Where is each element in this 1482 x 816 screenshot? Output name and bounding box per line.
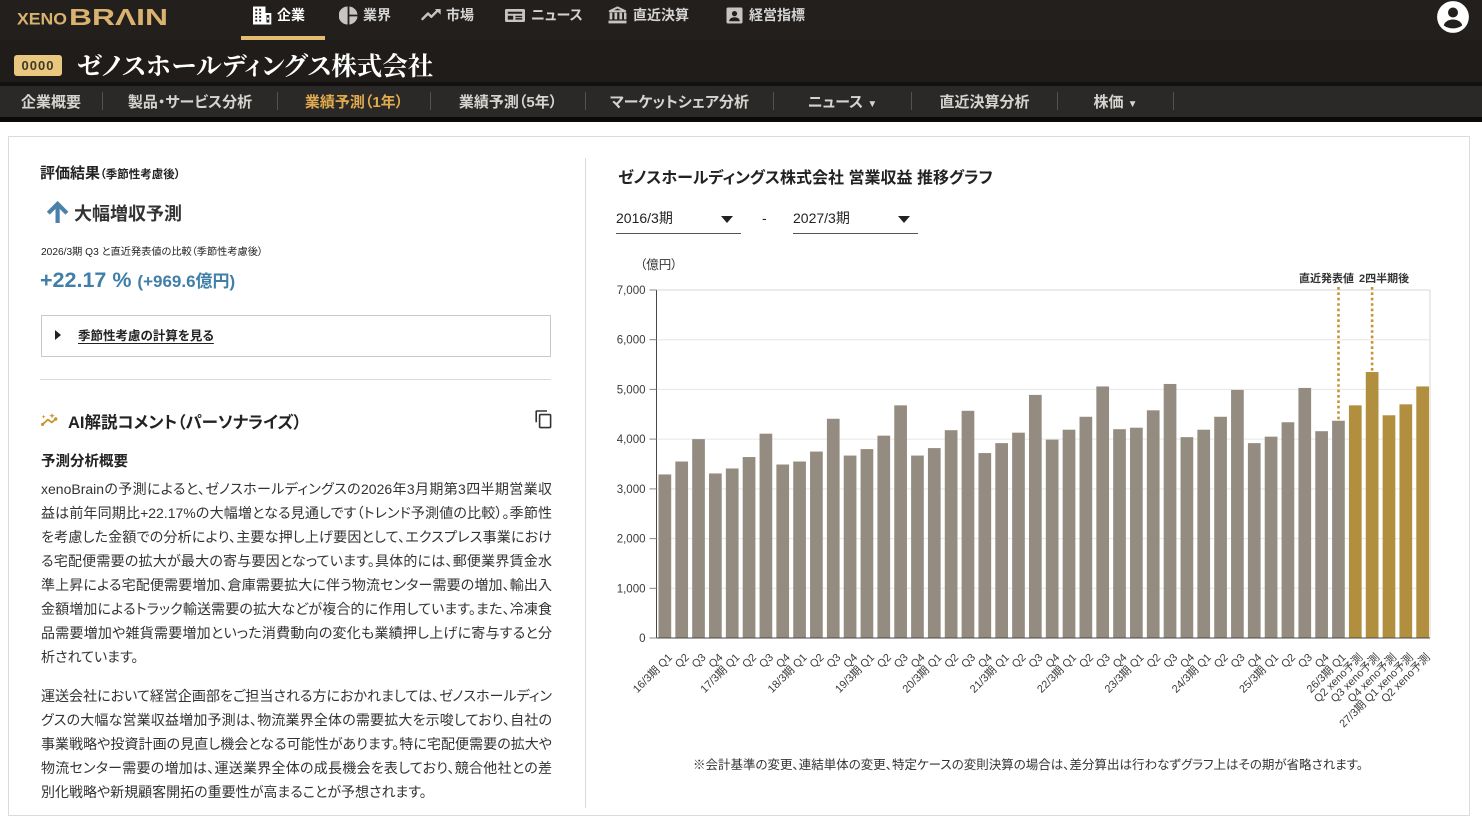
svg-text:直近発表値: 直近発表値 xyxy=(1299,271,1354,285)
svg-text:Q2: Q2 xyxy=(1010,652,1029,671)
svg-text:Q3: Q3 xyxy=(1296,652,1315,671)
svg-text:5,000: 5,000 xyxy=(617,384,646,396)
svg-text:Q2: Q2 xyxy=(740,652,759,671)
svg-text:16/3期 Q1: 16/3期 Q1 xyxy=(630,651,675,696)
svg-text:4,000: 4,000 xyxy=(617,434,646,446)
svg-text:Q3: Q3 xyxy=(824,652,843,671)
svg-text:Q2: Q2 xyxy=(673,652,692,671)
svg-text:BRΛIN: BRΛIN xyxy=(69,4,168,30)
svg-text:Q3: Q3 xyxy=(1229,652,1248,671)
svg-text:2,000: 2,000 xyxy=(617,534,646,546)
svg-text:Q3: Q3 xyxy=(959,652,978,671)
svg-text:6,000: 6,000 xyxy=(617,335,646,347)
svg-text:XENO: XENO xyxy=(17,10,67,29)
svg-text:Q2: Q2 xyxy=(1144,652,1163,671)
svg-text:Q2: Q2 xyxy=(1077,652,1096,671)
svg-text:1,000: 1,000 xyxy=(617,583,646,595)
svg-text:Q3: Q3 xyxy=(1027,652,1046,671)
svg-text:0: 0 xyxy=(639,633,645,645)
svg-text:Q2: Q2 xyxy=(942,652,961,671)
svg-text:2四半期後: 2四半期後 xyxy=(1359,271,1409,285)
svg-text:Q2: Q2 xyxy=(1212,652,1231,671)
svg-text:Q3: Q3 xyxy=(690,652,709,671)
svg-text:Q3: Q3 xyxy=(757,652,776,671)
svg-text:Q3: Q3 xyxy=(892,652,911,671)
svg-text:7,000: 7,000 xyxy=(617,285,646,297)
svg-text:Q2: Q2 xyxy=(808,652,827,671)
svg-text:3,000: 3,000 xyxy=(617,484,646,496)
svg-text:Q2: Q2 xyxy=(1279,652,1298,671)
svg-text:Q3: Q3 xyxy=(1094,652,1113,671)
svg-text:Q2: Q2 xyxy=(875,652,894,671)
svg-text:Q3: Q3 xyxy=(1161,652,1180,671)
